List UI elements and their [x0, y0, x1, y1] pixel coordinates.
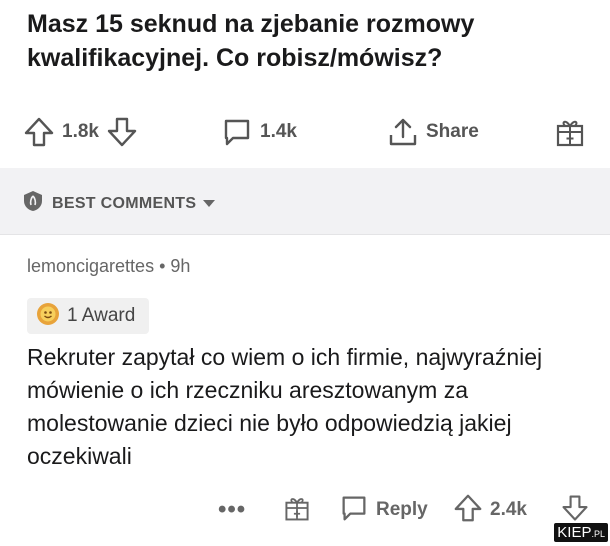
award-medal-icon: [35, 301, 61, 332]
share-label: Share: [426, 121, 479, 142]
comment-bubble-icon: [220, 115, 254, 149]
gift-icon: [553, 115, 587, 149]
shield-icon: [22, 190, 44, 217]
comment-age: 9h: [170, 256, 191, 276]
comment-gift-button[interactable]: [282, 490, 312, 530]
gift-icon: [282, 493, 312, 528]
sort-label: BEST COMMENTS: [52, 194, 197, 212]
post-vote-count: 1.8k: [62, 121, 99, 142]
comment-vote-count: 2.4k: [490, 499, 527, 520]
comment-sort-bar: BEST COMMENTS: [0, 168, 610, 235]
share-button[interactable]: Share: [386, 112, 485, 152]
downvote-arrow-icon[interactable]: [105, 115, 139, 149]
post-vote-group: 1.8k: [22, 112, 139, 152]
watermark-main: KIEP: [557, 524, 592, 541]
caret-down-icon: [202, 195, 216, 213]
comment-body: Rekruter zapytał co wiem o ich firmie, n…: [27, 344, 543, 469]
comment-action-bar: ••• Reply 2.4k: [0, 490, 610, 530]
upvote-arrow-icon[interactable]: [22, 115, 56, 149]
post-action-bar: 1.8k 1.4k Share: [0, 112, 610, 152]
comments-button[interactable]: 1.4k: [220, 112, 303, 152]
reply-label: Reply: [376, 499, 428, 520]
share-icon: [386, 115, 420, 149]
post-title: Masz 15 seknud na zjebanie rozmowy kwali…: [27, 10, 475, 72]
more-options-button[interactable]: •••: [218, 490, 246, 530]
comment-username[interactable]: lemoncigarettes: [27, 256, 154, 276]
award-gift-button[interactable]: [553, 112, 587, 152]
comment-meta: lemoncigarettes • 9h: [27, 256, 190, 277]
more-dots-icon: •••: [218, 496, 247, 523]
award-label: 1 Award: [67, 305, 136, 326]
watermark-suffix: .PL: [591, 529, 605, 539]
award-badge[interactable]: 1 Award: [27, 298, 150, 334]
arrow-up-icon: [452, 492, 484, 529]
comments-count: 1.4k: [260, 121, 297, 142]
reply-bubble-icon: [338, 492, 370, 529]
site-watermark: KIEP.PL: [554, 523, 608, 542]
comment-upvote-button[interactable]: 2.4k: [452, 490, 527, 530]
sort-dropdown[interactable]: BEST COMMENTS: [22, 190, 216, 217]
reply-button[interactable]: Reply: [338, 490, 428, 530]
meta-separator: •: [159, 256, 166, 276]
